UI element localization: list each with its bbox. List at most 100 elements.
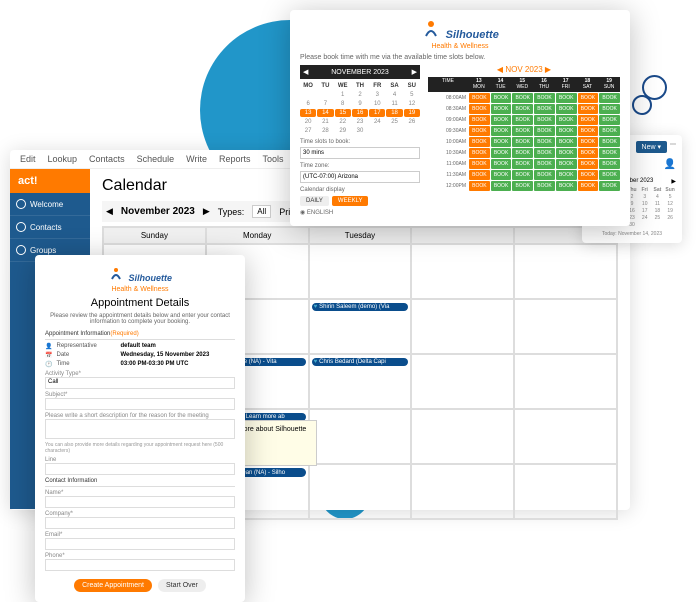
slot-prev-icon[interactable]: ◀ [497,65,503,74]
mini-day[interactable]: 20 [300,118,316,126]
mini-day[interactable]: 23 [352,118,368,126]
book-slot[interactable]: BOOK [534,148,555,158]
mini-day[interactable]: 19 [664,208,676,214]
calendar-cell[interactable] [411,244,514,299]
name-input[interactable] [45,496,235,508]
mini-day[interactable]: 4 [652,194,664,200]
sidebar-item-contacts[interactable]: Contacts [10,216,90,239]
book-slot[interactable]: BOOK [556,115,577,125]
mini-day[interactable]: 30 [352,127,368,135]
mini-day[interactable]: 8 [335,100,351,108]
book-slot[interactable]: BOOK [599,159,620,169]
book-slot[interactable]: BOOK [469,104,490,114]
company-input[interactable] [45,517,235,529]
mini-day[interactable]: 1 [335,91,351,99]
book-slot[interactable]: BOOK [469,181,490,191]
types-select[interactable]: All [252,205,271,218]
book-slot[interactable]: BOOK [578,170,599,180]
book-slot[interactable]: BOOK [556,126,577,136]
menu-contacts[interactable]: Contacts [89,154,125,164]
book-slot[interactable]: BOOK [512,137,533,147]
mini-day[interactable]: 15 [335,109,351,117]
mini-day[interactable]: 21 [317,118,333,126]
daily-button[interactable]: DAILY [300,196,329,206]
book-slot[interactable]: BOOK [578,126,599,136]
sidebar-item-welcome[interactable]: Welcome [10,193,90,216]
mini-day[interactable]: 28 [317,127,333,135]
calendar-cell[interactable] [309,464,412,519]
cal-next-icon[interactable]: ▶ [203,206,210,217]
mini-day[interactable]: 25 [652,215,664,221]
email-input[interactable] [45,538,235,550]
calendar-cell[interactable] [514,464,617,519]
book-slot[interactable]: BOOK [469,148,490,158]
book-slot[interactable]: BOOK [534,181,555,191]
book-slot[interactable]: BOOK [599,104,620,114]
book-slot[interactable]: BOOK [512,148,533,158]
subject-input[interactable] [45,398,235,410]
book-slot[interactable]: BOOK [491,126,512,136]
mini-day[interactable]: 14 [317,109,333,117]
book-slot[interactable]: BOOK [534,93,555,103]
book-slot[interactable]: BOOK [534,170,555,180]
calendar-event[interactable]: Chris Bedard (Delta Capi [312,358,409,366]
book-slot[interactable]: BOOK [491,104,512,114]
mini-day[interactable]: 19 [404,109,420,117]
mini-day[interactable]: 17 [639,208,651,214]
book-slot[interactable]: BOOK [512,159,533,169]
book-slot[interactable]: BOOK [556,137,577,147]
create-appointment-button[interactable]: Create Appointment [74,579,152,592]
book-slot[interactable]: BOOK [469,170,490,180]
book-slot[interactable]: BOOK [512,181,533,191]
mini-day[interactable]: 5 [404,91,420,99]
mini-day[interactable]: 24 [639,215,651,221]
mini-day[interactable]: 3 [369,91,385,99]
start-over-button[interactable]: Start Over [158,579,206,592]
mini-day[interactable]: 3 [639,194,651,200]
mini-day[interactable]: 12 [664,201,676,207]
calendar-cell[interactable] [514,299,617,354]
book-slot[interactable]: BOOK [556,93,577,103]
activity-input[interactable]: Call [45,377,235,389]
mini-day[interactable]: 6 [300,100,316,108]
menu-schedule[interactable]: Schedule [137,154,175,164]
mini-day[interactable]: 18 [652,208,664,214]
book-slot[interactable]: BOOK [534,115,555,125]
menu-lookup[interactable]: Lookup [48,154,78,164]
book-slot[interactable]: BOOK [534,159,555,169]
cal-prev-icon[interactable]: ◀ [106,206,113,217]
book-slot[interactable]: BOOK [556,104,577,114]
mini-day[interactable]: 27 [300,127,316,135]
book-slot[interactable]: BOOK [469,93,490,103]
slots-select[interactable]: 30 mins [300,147,420,159]
calendar-cell[interactable] [411,299,514,354]
calendar-cell[interactable] [514,409,617,464]
book-slot[interactable]: BOOK [534,104,555,114]
book-slot[interactable]: BOOK [491,93,512,103]
book-slot[interactable]: BOOK [512,104,533,114]
calendar-event[interactable]: Shirin Saleem (demo) (Via [312,303,409,311]
book-slot[interactable]: BOOK [512,93,533,103]
book-slot[interactable]: BOOK [578,115,599,125]
book-slot[interactable]: BOOK [599,170,620,180]
calendar-cell[interactable] [514,354,617,409]
mini-day[interactable]: 7 [317,100,333,108]
book-slot[interactable]: BOOK [512,115,533,125]
book-slot[interactable]: BOOK [556,181,577,191]
book-slot[interactable]: BOOK [578,93,599,103]
book-slot[interactable]: BOOK [491,148,512,158]
calendar-cell[interactable]: Chris Bedard (Delta Capi [309,354,412,409]
mini-day[interactable]: 2 [352,91,368,99]
booking-next-icon[interactable]: ▶ [412,68,417,76]
mini-next-icon[interactable]: ▶ [671,178,676,185]
book-slot[interactable]: BOOK [491,137,512,147]
mini-day[interactable]: 11 [386,100,402,108]
book-slot[interactable]: BOOK [556,148,577,158]
book-slot[interactable]: BOOK [578,181,599,191]
calendar-cell[interactable] [411,409,514,464]
book-slot[interactable]: BOOK [599,148,620,158]
book-slot[interactable]: BOOK [599,93,620,103]
mini-day[interactable]: 25 [386,118,402,126]
more-icon[interactable]: ⋯ [670,141,676,153]
book-slot[interactable]: BOOK [599,137,620,147]
